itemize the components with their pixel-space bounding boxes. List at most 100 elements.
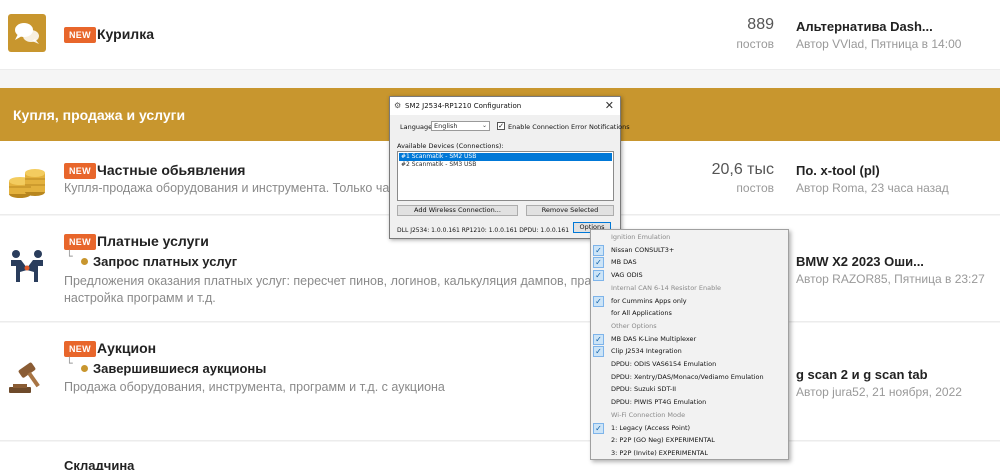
last-post-meta: Автор jura52, 21 ноября, 2022 — [796, 385, 962, 399]
last-post-title[interactable]: g scan 2 и g scan tab — [796, 367, 928, 382]
menu-item[interactable]: 2: P2P (GO Neg) EXPERIMENTAL — [591, 434, 788, 447]
menu-item-label: Nissan CONSULT3+ — [611, 245, 675, 254]
dialog-title: SM2 J2534-RP1210 Configuration — [405, 102, 522, 110]
forum-description: Купля-продажа оборудования и инструмента… — [64, 181, 409, 195]
post-count: 20,6 тыс — [711, 161, 774, 178]
menu-item-label: MB DAS K-Line Multiplexer — [611, 334, 697, 343]
subforum-link[interactable]: Запрос платных услуг — [81, 254, 237, 269]
menu-item-label: for All Applications — [611, 309, 672, 318]
tree-connector: └ — [66, 357, 73, 370]
post-count-label: постов — [736, 37, 774, 51]
last-post-meta: Автор VVlad, Пятница в 14:00 — [796, 37, 962, 51]
config-dialog: ⚙ SM2 J2534-RP1210 Configuration ✕ Langu… — [389, 96, 630, 239]
menu-item-label: DPDU: ODIS VAS6154 Emulation — [611, 360, 717, 368]
menu-item-label: 3: P2P (Invite) EXPERIMENTAL — [611, 448, 708, 457]
menu-item[interactable]: DPDU: Xentry/DAS/Monaco/Vediamo Emulatio… — [591, 371, 788, 384]
chevron-down-icon: ⌄ — [481, 122, 487, 129]
check-icon: ✓ — [593, 270, 604, 282]
subforum-label: Запрос платных услуг — [93, 254, 238, 269]
dialog-titlebar[interactable]: ⚙ SM2 J2534-RP1210 Configuration ✕ — [390, 97, 620, 115]
new-badge: NEW — [64, 341, 96, 357]
menu-item-label: DPDU: Suzuki SDT-II — [611, 385, 677, 394]
menu-item[interactable]: ✓ Clip J2534 Integration — [591, 345, 788, 358]
menu-item-label: Other Options — [611, 321, 657, 330]
forum-description: Продажа оборудования, инструмента, прогр… — [64, 380, 445, 394]
menu-item[interactable]: ✓ MB DAS — [591, 256, 788, 269]
close-icon[interactable]: ✕ — [605, 99, 614, 112]
forum-title[interactable]: Частные обьявления — [97, 162, 245, 178]
menu-group-header: Other Options — [591, 320, 788, 333]
menu-item-label: Clip J2534 Integration — [611, 347, 682, 356]
menu-item[interactable]: for All Applications — [591, 307, 788, 320]
menu-item[interactable]: DPDU: PIWIS PT4G Emulation — [591, 396, 788, 409]
devices-listbox[interactable]: #1 Scanmatik - SM2 USB #2 Scanmatik - SM… — [397, 151, 614, 201]
devices-label: Available Devices (Connections): — [397, 142, 504, 150]
subforum-dot — [81, 365, 88, 372]
new-badge: NEW — [64, 234, 96, 250]
language-select[interactable]: English ⌄ — [431, 121, 490, 131]
forum-row-auction: NEW Аукцион └ Завершившиеся аукционы Про… — [0, 323, 1000, 441]
menu-item[interactable]: ✓ for Cummins Apps only — [591, 295, 788, 308]
enable-error-checkbox[interactable]: ✓ — [497, 122, 505, 130]
forum-description-line2: настройка программ и т.д. — [64, 291, 216, 305]
enable-error-label: Enable Connection Error Notifications — [508, 123, 630, 131]
post-count-label: постов — [736, 181, 774, 195]
forum-title[interactable]: Курилка — [97, 26, 154, 42]
check-icon: ✓ — [593, 422, 604, 434]
forum-title[interactable]: Складчина — [64, 458, 134, 470]
menu-group-header: Ignition Emulation — [591, 231, 788, 244]
menu-item[interactable]: 3: P2P (Invite) EXPERIMENTAL — [591, 447, 788, 460]
check-icon: ✓ — [593, 346, 604, 358]
menu-item[interactable]: ✓ Nissan CONSULT3+ — [591, 244, 788, 257]
menu-item-label: Ignition Emulation — [611, 233, 671, 241]
menu-item-label: VAG ODIS — [611, 271, 643, 280]
forum-title[interactable]: Платные услуги — [97, 233, 209, 249]
options-menu: Ignition Emulation ✓ Nissan CONSULT3+ ✓ MB D… — [590, 229, 789, 460]
language-value: English — [434, 122, 458, 130]
device-item[interactable]: #2 Scanmatik - SM3 USB — [399, 161, 612, 169]
last-post-title[interactable]: BMW X2 2023 Оши... — [796, 254, 924, 269]
section-title[interactable]: Купля, продажа и услуги — [13, 107, 185, 123]
check-icon: ✓ — [593, 244, 604, 256]
handshake-icon — [8, 248, 46, 289]
menu-item-label: 2: P2P (GO Neg) EXPERIMENTAL — [611, 436, 715, 445]
chat-bubbles-icon — [8, 14, 46, 52]
post-count: 889 — [747, 16, 774, 33]
check-icon: ✓ — [593, 333, 604, 345]
last-post-title[interactable]: По. x-tool (pl) — [796, 163, 880, 178]
add-wireless-button[interactable]: Add Wireless Connection... — [397, 205, 518, 216]
menu-item-label: 1: Legacy (Access Point) — [611, 423, 691, 432]
menu-item[interactable]: ✓ 1: Legacy (Access Point) — [591, 422, 788, 435]
last-post-title[interactable]: Альтернатива Dash... — [796, 19, 933, 34]
menu-item[interactable]: ✓ MB DAS K-Line Multiplexer — [591, 333, 788, 346]
remove-selected-button[interactable]: Remove Selected — [526, 205, 614, 216]
last-post-meta: Автор Roma, 23 часа назад — [796, 181, 949, 195]
coins-icon — [7, 161, 47, 206]
menu-item[interactable]: DPDU: ODIS VAS6154 Emulation — [591, 358, 788, 371]
new-badge: NEW — [64, 163, 96, 179]
gear-icon: ⚙ — [394, 101, 402, 110]
tree-connector: └ — [66, 250, 73, 263]
menu-group-header: Wi-Fi Connection Mode — [591, 409, 788, 422]
subforum-label: Завершившиеся аукционы — [93, 361, 267, 376]
last-post-meta: Автор RAZOR85, Пятница в 23:27 — [796, 272, 985, 286]
menu-group-header: Internal CAN 6-14 Resistor Enable — [591, 282, 788, 295]
menu-item-label: for Cummins Apps only — [611, 296, 687, 305]
subforum-link[interactable]: Завершившиеся аукционы — [81, 361, 266, 376]
subforum-dot — [81, 258, 88, 265]
forum-row-kurilka: NEW Курилка 889 постов Альтернатива Dash… — [0, 0, 1000, 70]
new-badge: NEW — [64, 27, 96, 43]
menu-item[interactable]: ✓ VAG ODIS — [591, 269, 788, 282]
menu-item-label: DPDU: Xentry/DAS/Monaco/Vediamo Emulatio… — [611, 372, 764, 381]
check-icon: ✓ — [593, 257, 604, 269]
forum-title[interactable]: Аукцион — [97, 340, 156, 356]
language-label: Language — [400, 123, 433, 131]
forum-row-skladchina: Складчина — [0, 442, 1000, 470]
device-item[interactable]: #1 Scanmatik - SM2 USB — [399, 153, 612, 161]
menu-item-label: Wi-Fi Connection Mode — [611, 410, 686, 419]
menu-item-label: MB DAS — [611, 258, 637, 267]
gavel-icon — [7, 361, 45, 400]
menu-item[interactable]: DPDU: Suzuki SDT-II — [591, 383, 788, 396]
menu-item-label: Internal CAN 6-14 Resistor Enable — [611, 283, 722, 292]
menu-item-label: DPDU: PIWIS PT4G Emulation — [611, 398, 707, 407]
